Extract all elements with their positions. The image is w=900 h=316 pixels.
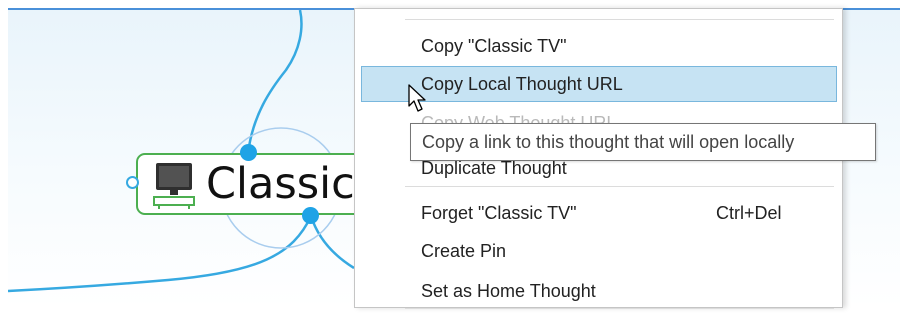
menu-item-copy-name[interactable]: Copy "Classic TV"	[361, 28, 837, 64]
menu-item-label: Forget "Classic TV"	[421, 203, 577, 223]
menu-separator	[405, 19, 834, 20]
tooltip: Copy a link to this thought that will op…	[410, 123, 876, 161]
menu-separator	[405, 308, 834, 309]
menu-separator	[405, 186, 834, 187]
thought-node[interactable]: Classic	[136, 153, 376, 215]
arrow-pointer-icon	[408, 84, 426, 112]
bottom-gate[interactable]	[302, 207, 319, 224]
menu-item-forget[interactable]: Forget "Classic TV" Ctrl+Del	[361, 195, 837, 231]
menu-item-label: Create Pin	[421, 241, 507, 261]
menu-item-label: Set as Home Thought	[421, 281, 596, 301]
sibling-link	[8, 215, 313, 293]
child-link	[309, 215, 355, 270]
menu-item-shortcut: Ctrl+Del	[716, 203, 782, 223]
menu-item-set-home[interactable]: Set as Home Thought	[361, 273, 837, 309]
thought-label: Classic	[206, 159, 355, 209]
left-gate[interactable]	[126, 176, 139, 189]
menu-item-create-pin[interactable]: Create Pin	[361, 233, 837, 269]
menu-item-label: Copy "Classic TV"	[421, 36, 567, 56]
parent-link	[246, 10, 303, 154]
menu-item-copy-local-url[interactable]: Copy Local Thought URL	[361, 66, 837, 102]
menu-item-label: Copy Local Thought URL	[421, 74, 623, 94]
tv-icon	[153, 163, 195, 209]
top-gate[interactable]	[240, 144, 257, 161]
